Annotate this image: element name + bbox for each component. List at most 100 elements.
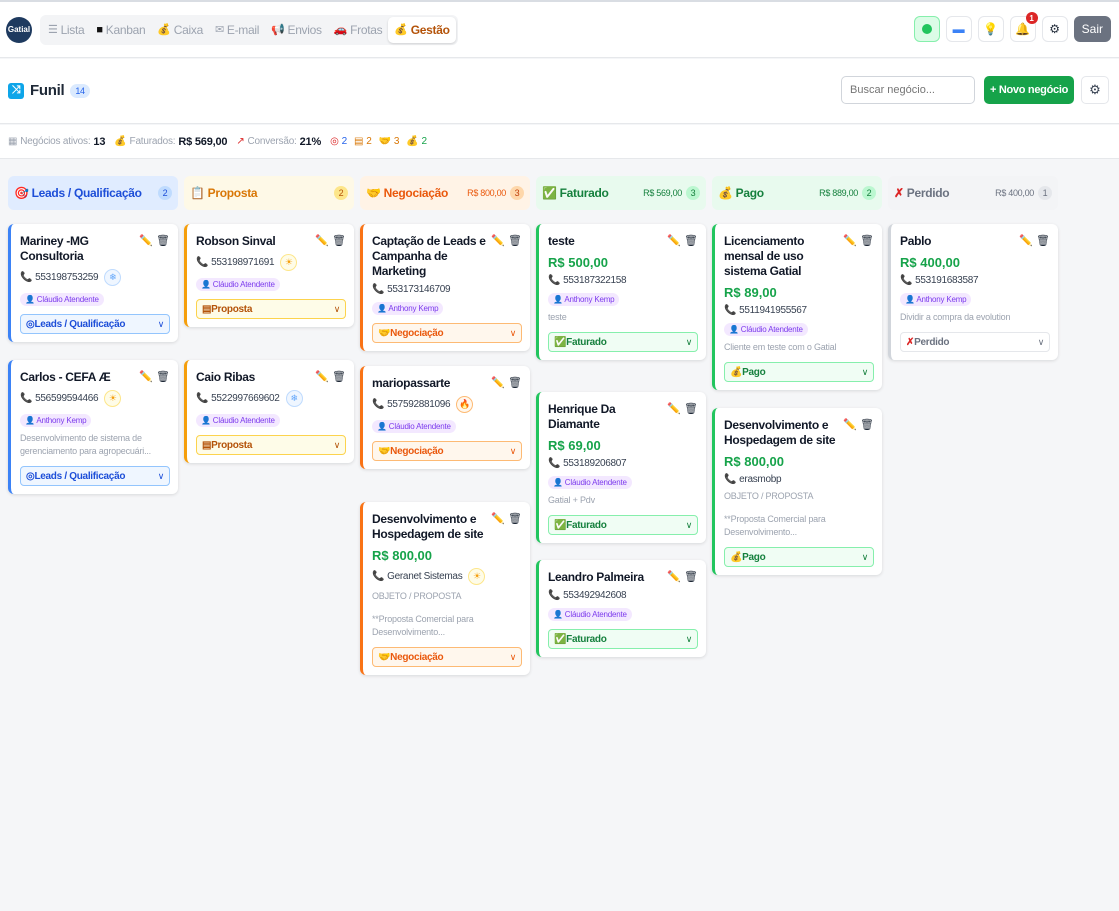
trash-icon[interactable]: 🗑 [1036, 234, 1050, 247]
monitor-button[interactable]: ▬ [945, 16, 972, 42]
status-toggle[interactable] [913, 16, 940, 42]
trash-icon[interactable]: 🗑 [684, 234, 698, 247]
stage-select[interactable]: ✅ Faturado ∨ [548, 515, 698, 535]
handshake-icon: 🤝 [378, 327, 391, 339]
edit-icon[interactable]: ✏️ [1019, 234, 1033, 247]
edit-icon[interactable]: ✏️ [315, 234, 329, 247]
deal-card[interactable]: Desenvolvimento e Hospedagem de site ✏️ 🗑… [360, 502, 530, 675]
trash-icon[interactable]: 🗑 [156, 370, 170, 383]
column-leads: 🎯 Leads / Qualificação 2 Mariney -MG Cons… [8, 176, 178, 494]
stats-bar: ▦ Negócios ativos: 13 💰 Faturados: R$ 56… [0, 125, 1119, 159]
edit-icon[interactable]: ✏️ [667, 570, 681, 583]
deal-card[interactable]: Robson Sinval ✏️ 🗑 📞 553198971691 ☀ 👤 Cláud… [184, 224, 354, 327]
gear-icon: ⚙ [1049, 22, 1061, 36]
tab-envios[interactable]: 📢 Envios [265, 17, 328, 43]
stage-value: Negociação [390, 445, 444, 457]
column-perdido: ✗ Perdido R$ 400,00 1 Pablo ✏️ 🗑 R$ 400,00… [888, 176, 1058, 360]
agent-badge: 👤 Cláudio Atendente [724, 323, 808, 336]
deal-card[interactable]: Pablo ✏️ 🗑 R$ 400,00 📞 553191683587 👤 Anth… [888, 224, 1058, 360]
edit-icon[interactable]: ✏️ [139, 370, 153, 383]
settings-button[interactable]: ⚙ [1041, 16, 1068, 42]
column-title: Negociação [383, 186, 449, 200]
edit-icon[interactable]: ✏️ [667, 402, 681, 415]
stage-select[interactable]: 🤝 Negociação ∨ [372, 323, 522, 343]
column-total: R$ 400,00 [995, 188, 1034, 198]
trash-icon[interactable]: 🗑 [860, 234, 874, 247]
deal-card[interactable]: Licenciamento mensal de uso sistema Gati… [712, 224, 882, 390]
agent-name: Anthony Kemp [564, 295, 615, 304]
stage-select[interactable]: ✅ Faturado ∨ [548, 629, 698, 649]
card-price: R$ 89,00 [724, 285, 777, 300]
trash-icon[interactable]: 🗑 [508, 234, 522, 247]
trash-icon[interactable]: 🗑 [508, 376, 522, 389]
stat-count: 2 [421, 136, 428, 147]
stage-value: Pago [742, 366, 766, 378]
deal-card[interactable]: Caio Ribas ✏️ 🗑 📞 5522997669602 ❄ 👤 Cláudio… [184, 360, 354, 463]
deal-card[interactable]: Captação de Leads e Campanha de Marketin… [360, 224, 530, 351]
edit-icon[interactable]: ✏️ [843, 234, 857, 247]
edit-icon[interactable]: ✏️ [491, 234, 505, 247]
edit-icon[interactable]: ✏️ [491, 376, 505, 389]
deal-card[interactable]: mariopassarte ✏️ 🗑 📞 557592881096 🔥 👤 Cláud… [360, 366, 530, 469]
tab-caixa[interactable]: 💰 Caixa [151, 17, 209, 43]
search-input[interactable] [841, 76, 975, 104]
agent-name: Anthony Kemp [36, 416, 87, 425]
trash-icon[interactable]: 🗑 [332, 370, 346, 383]
edit-icon[interactable]: ✏️ [843, 418, 857, 431]
stat-value: 21% [299, 135, 322, 148]
stage-value: Pago [742, 551, 766, 563]
trash-icon[interactable]: 🗑 [508, 512, 522, 525]
phone-icon: 📞 [548, 275, 561, 286]
stage-select[interactable]: 💰 Pago ∨ [724, 362, 874, 382]
stage-select[interactable]: ◎ Leads / Qualificação ∨ [20, 314, 170, 334]
target-icon: ◎ [26, 470, 35, 482]
stage-select[interactable]: ◎ Leads / Qualificação ∨ [20, 466, 170, 486]
funnel-settings-button[interactable]: ⚙ [1081, 76, 1109, 104]
edit-icon[interactable]: ✏️ [315, 370, 329, 383]
edit-icon[interactable]: ✏️ [667, 234, 681, 247]
column-count: 1 [1038, 186, 1052, 200]
card-price: R$ 800,00 [724, 454, 784, 469]
tab-kanban[interactable]: ■ Kanban [90, 17, 151, 43]
tips-button[interactable]: 💡 [977, 16, 1004, 42]
trash-icon[interactable]: 🗑 [684, 402, 698, 415]
phone-icon: 📞 [372, 284, 385, 295]
deal-card[interactable]: Desenvolvimento e Hospedagem de site ✏️ 🗑… [712, 408, 882, 575]
logout-button[interactable]: Sair [1073, 16, 1111, 42]
stage-select[interactable]: ✗ Perdido ∨ [900, 332, 1050, 352]
stage-value: Negociação [390, 327, 444, 339]
trash-icon[interactable]: 🗑 [332, 234, 346, 247]
edit-icon[interactable]: ✏️ [139, 234, 153, 247]
stage-select[interactable]: 🤝 Negociação ∨ [372, 441, 522, 461]
tab-lista[interactable]: ☰ Lista [42, 17, 90, 43]
deal-card[interactable]: Leandro Palmeira ✏️ 🗑 📞 553492942608 👤 Clá… [536, 560, 706, 657]
stage-select[interactable]: ✅ Faturado ∨ [548, 332, 698, 352]
notifications-button[interactable]: 🔔 1 [1009, 12, 1038, 42]
chevron-down-icon: ∨ [685, 336, 693, 347]
stage-select[interactable]: 💰 Pago ∨ [724, 547, 874, 567]
chart-icon: ▦ [8, 136, 18, 147]
edit-icon[interactable]: ✏️ [491, 512, 505, 525]
trash-icon[interactable]: 🗑 [860, 418, 874, 431]
tab-email[interactable]: ✉ E-mail [209, 17, 265, 43]
tab-gestao[interactable]: 💰 Gestão [388, 16, 456, 43]
agent-badge: 👤 Cláudio Atendente [372, 420, 456, 433]
new-deal-button[interactable]: + Novo negócio [984, 76, 1074, 104]
stage-select[interactable]: ▤ Proposta ∨ [196, 435, 346, 455]
deal-card[interactable]: teste ✏️ 🗑 R$ 500,00 📞 553187322158 👤 Anth… [536, 224, 706, 360]
stage-select[interactable]: ▤ Proposta ∨ [196, 299, 346, 319]
tab-frotas[interactable]: 🚗 Frotas [328, 17, 389, 43]
trash-icon[interactable]: 🗑 [156, 234, 170, 247]
warm-lead-icon: ☀ [468, 568, 486, 585]
app-logo[interactable]: Gatial [6, 16, 32, 43]
column-title: Pago [735, 186, 764, 200]
card-price: R$ 69,00 [548, 438, 601, 453]
deal-card[interactable]: Henrique Da Diamante ✏️ 🗑 R$ 69,00 📞 55318… [536, 392, 706, 543]
trash-icon[interactable]: 🗑 [684, 570, 698, 583]
column-header: ✗ Perdido R$ 400,00 1 [888, 176, 1058, 210]
column-count: 2 [158, 186, 172, 200]
deal-card[interactable]: Carlos - CEFA Æ ✏️ 🗑 📞 556599594466 ☀ 👤 Ant… [8, 360, 178, 494]
stage-select[interactable]: 🤝 Negociação ∨ [372, 647, 522, 667]
card-price: R$ 500,00 [548, 255, 608, 270]
deal-card[interactable]: Mariney -MG Consultoria ✏️ 🗑 📞 55319875325… [8, 224, 178, 342]
